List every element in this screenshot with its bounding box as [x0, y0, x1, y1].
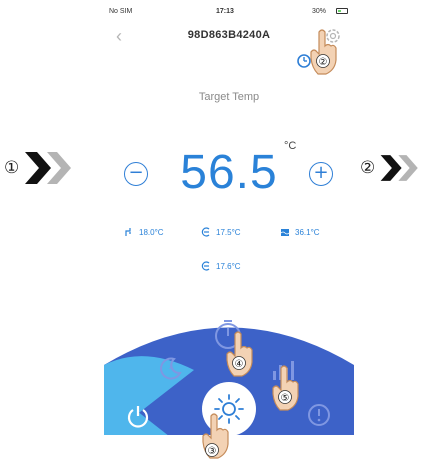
reading-item: 17.5°C [201, 227, 241, 237]
power-icon[interactable] [124, 402, 152, 430]
step-number-left: ① [4, 158, 20, 178]
status-bar: No SIM 17:13 30% [104, 5, 354, 19]
sleep-mode-icon[interactable]: z [156, 355, 184, 383]
info-icon[interactable] [306, 402, 332, 428]
carrier-label: No SIM [109, 8, 133, 15]
increase-temp-button[interactable]: + [309, 162, 333, 186]
left-step-annotation: ① [4, 150, 75, 186]
hand-number: ④ [235, 359, 244, 370]
battery-icon [336, 8, 348, 14]
hand-number: ② [319, 57, 328, 68]
device-title: 98D863B4240A [187, 29, 271, 41]
battery-percent: 30% [312, 8, 327, 15]
pointing-hand-icon: ⑤ [272, 365, 299, 411]
right-step-annotation: ② [360, 150, 421, 186]
double-chevron-icon [25, 152, 72, 184]
target-temp-value: 56.5 [180, 146, 278, 199]
reading-value: 17.5°C [216, 227, 241, 237]
hand-number: ⑤ [281, 393, 290, 404]
svg-text:z: z [169, 363, 173, 371]
pointing-hand-icon: ② [310, 29, 337, 75]
temperature-control: − 56.5 °C + [104, 135, 354, 205]
reading-item: 36.1°C [280, 227, 320, 237]
decrease-temp-button[interactable]: − [124, 162, 148, 186]
pointing-hand-icon: ④ [226, 331, 253, 377]
reading-value: 36.1°C [295, 227, 320, 237]
reading-value: 18.0°C [139, 227, 164, 237]
reading-value: 17.6°C [216, 261, 241, 271]
step-number-right: ② [360, 158, 376, 178]
water-inlet-icon [125, 228, 131, 236]
hand-number: ③ [208, 446, 217, 457]
reading-item: 18.0°C [124, 227, 164, 237]
double-chevron-icon [380, 155, 419, 181]
target-temp-label: Target Temp [198, 91, 260, 103]
sensor-return-icon [201, 261, 210, 271]
sensor-icon [201, 227, 210, 237]
reading-item: 17.6°C [201, 261, 241, 271]
pointing-hand-icon: ③ [202, 413, 229, 459]
back-chevron-icon[interactable]: ‹ [116, 26, 122, 47]
tank-icon [280, 229, 290, 236]
status-time: 17:13 [216, 8, 234, 15]
temp-unit: °C [284, 140, 297, 152]
